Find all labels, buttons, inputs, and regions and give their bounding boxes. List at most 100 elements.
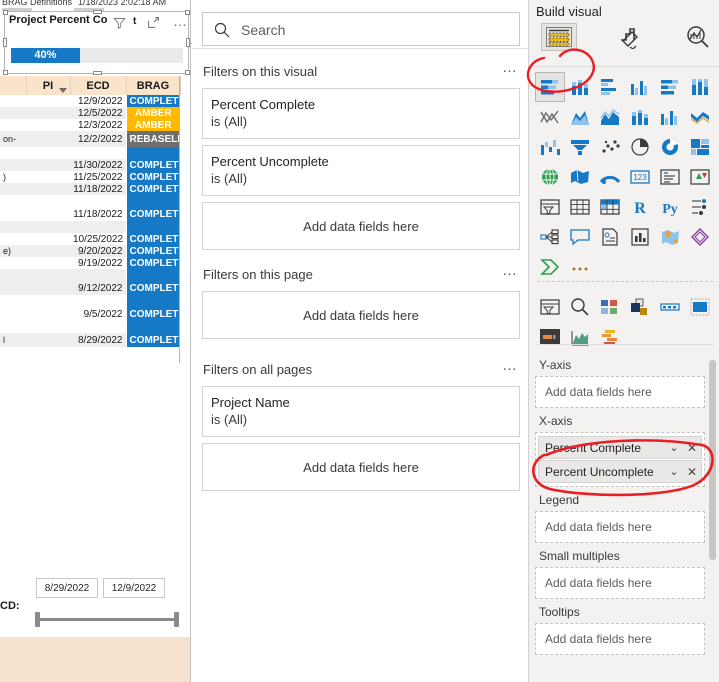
card-icon[interactable]: 123 [625,162,655,192]
custom-overlap-icon[interactable] [625,292,655,322]
treemap-icon[interactable] [685,132,715,162]
table-row[interactable]: 11/18/2022 COMPLETE [0,207,180,221]
filter-icon[interactable] [113,16,126,32]
viz-pane-scrollbar[interactable] [709,352,716,682]
power-automate-icon[interactable] [535,252,565,282]
selected-visual-container[interactable]: Project Percent Co t … 40% [3,10,190,75]
table-row[interactable] [0,269,180,281]
waterfall-chart-icon[interactable] [535,132,565,162]
table-row[interactable]: 11/18/2022 COMPLETE [0,183,180,195]
line-and-clustered-column-chart-icon[interactable] [655,102,685,132]
well-dropzone-y-axis[interactable]: Add data fields here [535,376,705,408]
clustered-bar-chart-icon[interactable] [595,72,625,102]
table-row[interactable]: 10/25/2022 COMPLETE [0,233,180,245]
hundred-percent-stacked-bar-chart-icon[interactable] [655,72,685,102]
search-box[interactable]: Search [202,12,520,46]
table-row[interactable] [0,295,180,307]
r-script-visual-icon[interactable]: R [625,192,655,222]
custom-timeline-icon[interactable] [655,292,685,322]
slicer-end-date-input[interactable]: 12/9/2022 [103,578,165,598]
resize-handle-bottom-center[interactable] [93,71,102,75]
filter-dropzone[interactable]: Add data fields here [202,443,520,491]
table-row[interactable] [0,147,180,159]
table-row[interactable] [0,321,180,333]
table-row[interactable]: ) 11/25/2022 COMPLETE [0,171,180,183]
table-row[interactable] [0,221,180,233]
slicer-thumb-start[interactable] [35,612,40,627]
table-row[interactable]: 11/30/2022 COMPLETE [0,159,180,171]
ribbon-chart-icon[interactable] [685,102,715,132]
resize-handle-left[interactable] [3,38,7,47]
more-visuals-icon[interactable] [565,252,595,282]
matrix-icon[interactable] [595,192,625,222]
table-row[interactable]: 9/5/2022 COMPLETE [0,307,180,321]
python-visual-icon[interactable]: Py [655,192,685,222]
well-dropzone-legend[interactable]: Add data fields here [535,511,705,543]
section-more-icon[interactable]: … [502,262,518,279]
table-icon[interactable] [565,192,595,222]
filter-card[interactable]: Percent Complete is (All) [202,88,520,139]
kpi-icon[interactable] [685,162,715,192]
table-row[interactable]: e) 9/20/2022 COMPLETE [0,245,180,257]
table-row[interactable]: l 8/29/2022 COMPLETE [0,333,180,347]
scrollbar-thumb[interactable] [709,360,716,560]
resize-handle-top-center[interactable] [93,10,102,14]
clustered-column-chart-icon[interactable] [625,72,655,102]
analytics-tab[interactable] [677,22,719,52]
well-dropzone-tooltips[interactable]: Add data fields here [535,623,705,655]
line-chart-icon[interactable] [535,102,565,132]
field-pill[interactable]: Percent Uncomplete ⌄ ✕ [538,460,702,483]
slicer-icon[interactable] [535,192,565,222]
q-and-a-icon[interactable] [565,222,595,252]
funnel-chart-icon[interactable] [565,132,595,162]
scatter-chart-icon[interactable] [595,132,625,162]
custom-search-icon[interactable] [565,292,595,322]
stacked-column-chart-icon[interactable] [565,72,595,102]
table-row[interactable]: 9/12/2022 COMPLETE [0,281,180,295]
custom-card-icon[interactable] [685,292,715,322]
stacked-area-chart-icon[interactable] [595,102,625,132]
donut-chart-icon[interactable] [655,132,685,162]
paginated-report-icon[interactable] [595,222,625,252]
filter-card[interactable]: Project Name is (All) [202,386,520,437]
resize-handle-bottom-left[interactable] [3,70,8,75]
build-visual-fields-tab[interactable] [535,22,581,52]
area-chart-icon[interactable] [565,102,595,132]
well-dropzone-small-multiples[interactable]: Add data fields here [535,567,705,599]
power-apps-icon[interactable] [685,222,715,252]
key-influencers-icon[interactable] [535,222,565,252]
filter-card[interactable]: Percent Uncomplete is (All) [202,145,520,196]
focus-mode-icon[interactable] [147,16,160,32]
arcgis-map-icon[interactable] [655,222,685,252]
ecd-date-slicer[interactable]: CD: 8/29/2022 12/9/2022 [0,578,192,628]
well-dropzone-x-axis[interactable]: Percent Complete ⌄ ✕ Percent Uncomplete ⌄ ✕ [535,432,705,487]
slicer-start-date-input[interactable]: 8/29/2022 [36,578,98,598]
filter-dropzone[interactable]: Add data fields here [202,202,520,250]
filled-map-icon[interactable] [565,162,595,192]
custom-dark-card-icon[interactable] [535,322,565,352]
custom-slicer-icon[interactable] [535,292,565,322]
hundred-percent-stacked-column-chart-icon[interactable] [685,72,715,102]
custom-tiles-icon[interactable] [595,292,625,322]
format-tab[interactable] [609,22,655,52]
column-header-ecd[interactable]: ECD [70,76,127,95]
line-and-stacked-column-chart-icon[interactable] [625,102,655,132]
azure-map-icon[interactable] [595,162,625,192]
resize-handle-top-left[interactable] [3,10,8,15]
field-pill[interactable]: Percent Complete ⌄ ✕ [538,436,702,459]
custom-gantt-icon[interactable] [595,322,625,352]
section-more-icon[interactable]: … [502,59,518,76]
search-input[interactable]: Search [241,13,285,47]
table-row[interactable]: on- 12/2/2022REBASELINE [0,131,180,147]
pie-chart-icon[interactable] [625,132,655,162]
table-row[interactable]: 12/5/2022 AMBER [0,107,180,119]
chevron-down-icon[interactable]: ⌄ [665,465,683,478]
sort-descending-caret-icon[interactable] [59,88,67,93]
table-row[interactable]: 12/3/2022 AMBER [0,119,180,131]
decomposition-tree-icon[interactable] [685,192,715,222]
more-options-icon[interactable]: … [173,13,188,29]
stacked-bar-chart-icon[interactable] [535,72,565,102]
multi-row-card-icon[interactable] [655,162,685,192]
slicer-thumb-end[interactable] [174,612,179,627]
table-row[interactable] [0,195,180,207]
